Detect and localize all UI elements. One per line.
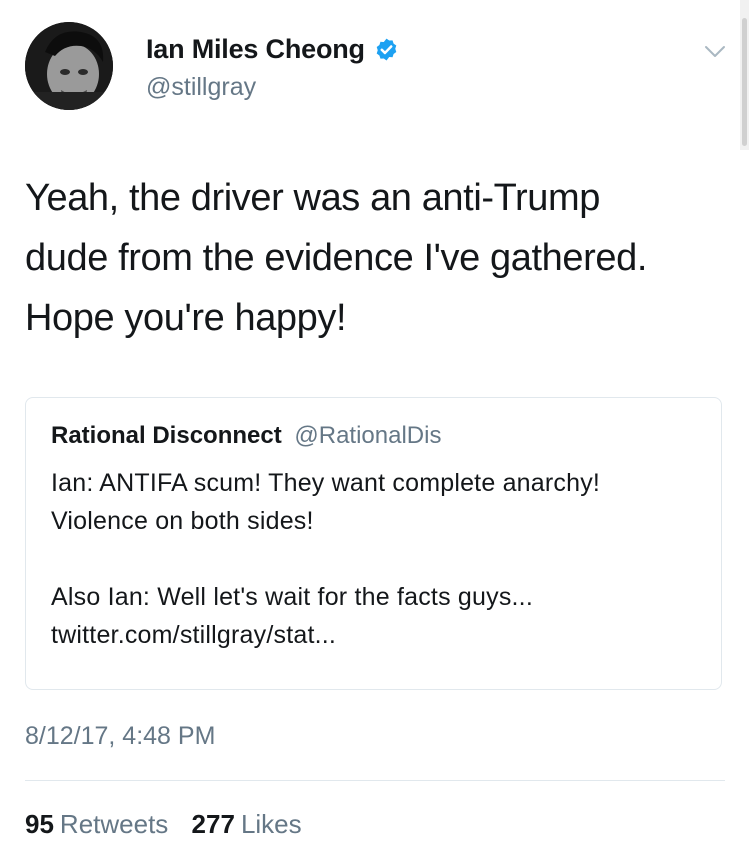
- tweet-card: Ian Miles Cheong @stillgray Yeah, the dr…: [0, 0, 749, 855]
- quoted-paragraph-2-text: Also Ian: Well let's wait for the facts …: [51, 583, 533, 611]
- author-handle[interactable]: @stillgray: [146, 73, 256, 102]
- verified-badge-icon: [376, 38, 397, 61]
- likes-label: Likes: [240, 809, 302, 839]
- tweet-timestamp[interactable]: 8/12/17, 4:48 PM: [25, 722, 215, 751]
- quoted-tweet[interactable]: Rational Disconnect @RationalDis Ian: AN…: [25, 397, 722, 690]
- avatar[interactable]: [25, 22, 113, 110]
- retweets-label: Retweets: [59, 809, 169, 839]
- tweet-stats: 95 Retweets 277 Likes: [25, 809, 302, 840]
- quoted-author-name: Rational Disconnect: [51, 422, 282, 449]
- profile-photo-icon: [25, 22, 113, 110]
- quoted-tweet-header: Rational Disconnect @RationalDis: [51, 422, 441, 450]
- chevron-down-icon[interactable]: [704, 45, 726, 59]
- author-display-name[interactable]: Ian Miles Cheong: [146, 34, 399, 65]
- tweet-text: Yeah, the driver was an anti-Trump dude …: [25, 177, 647, 339]
- quoted-author-handle: @RationalDis: [294, 422, 442, 449]
- quoted-tweet-body: Ian: ANTIFA scum! They want complete ana…: [51, 464, 701, 654]
- scrollbar-track[interactable]: [740, 0, 749, 150]
- divider: [25, 780, 725, 781]
- retweets-count: 95: [25, 809, 54, 839]
- retweets-stat[interactable]: 95 Retweets: [25, 809, 176, 839]
- quoted-tweet-link[interactable]: twitter.com/stillgray/stat...: [51, 621, 336, 649]
- likes-count: 277: [191, 809, 235, 839]
- author-name-text: Ian Miles Cheong: [146, 34, 365, 64]
- likes-stat[interactable]: 277 Likes: [192, 809, 302, 839]
- quoted-paragraph-1: Ian: ANTIFA scum! They want complete ana…: [51, 469, 601, 535]
- quoted-paragraph-2: Also Ian: Well let's wait for the facts …: [51, 578, 701, 654]
- scrollbar-thumb[interactable]: [742, 18, 747, 146]
